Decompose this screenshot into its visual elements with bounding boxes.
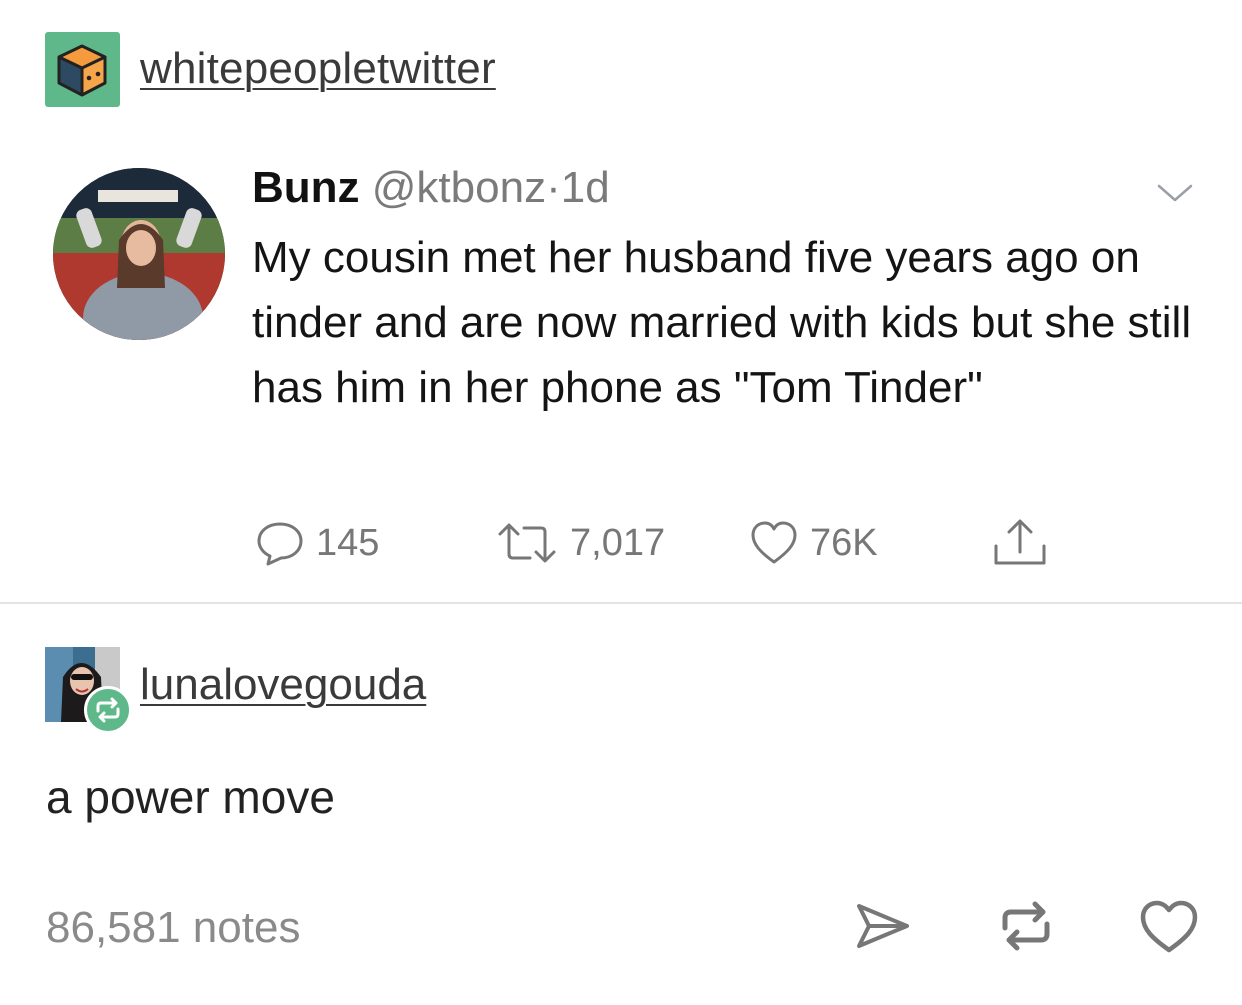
reblog-icon[interactable] [995, 898, 1057, 954]
tweet-author-handle[interactable]: @ktbonz [372, 163, 546, 212]
retweet-icon [498, 523, 556, 563]
reblog-comment: a power move [46, 771, 335, 823]
chevron-down-icon[interactable] [1155, 180, 1195, 206]
reblog-badge [84, 686, 132, 734]
send-icon[interactable] [853, 898, 913, 954]
divider [0, 602, 1242, 604]
like-count: 76K [810, 521, 878, 564]
tweet-author-name[interactable]: Bunz [252, 163, 360, 212]
upload-share-icon [994, 519, 1046, 565]
reblog-icon [96, 697, 120, 723]
profile-photo [53, 168, 225, 340]
tweet-header: Bunz @ktbonz·1d [252, 163, 610, 213]
reply-count: 145 [316, 521, 380, 564]
tweet-retweet-action[interactable]: 7,017 [494, 518, 665, 568]
blog-avatar[interactable] [45, 32, 120, 107]
cube-icon [57, 44, 107, 97]
tweet-reply-action[interactable]: 145 [254, 518, 379, 568]
tweet-share-action[interactable] [990, 518, 1050, 568]
reply-icon [257, 522, 303, 566]
blog-name-link[interactable]: whitepeopletwitter [140, 44, 496, 94]
tweet-author-avatar[interactable] [53, 168, 225, 340]
tweet-timestamp[interactable]: 1d [561, 163, 610, 212]
heart-icon[interactable] [1138, 898, 1200, 954]
notes-count[interactable]: 86,581 notes [46, 903, 300, 953]
tweet-like-action[interactable]: 76K [748, 518, 878, 568]
retweet-count: 7,017 [570, 521, 666, 564]
reblogger-name-link[interactable]: lunalovegouda [140, 660, 426, 710]
heart-icon [751, 521, 797, 564]
tweet-separator-dot: · [546, 163, 561, 212]
tweet-text: My cousin met her husband five years ago… [252, 233, 1192, 412]
